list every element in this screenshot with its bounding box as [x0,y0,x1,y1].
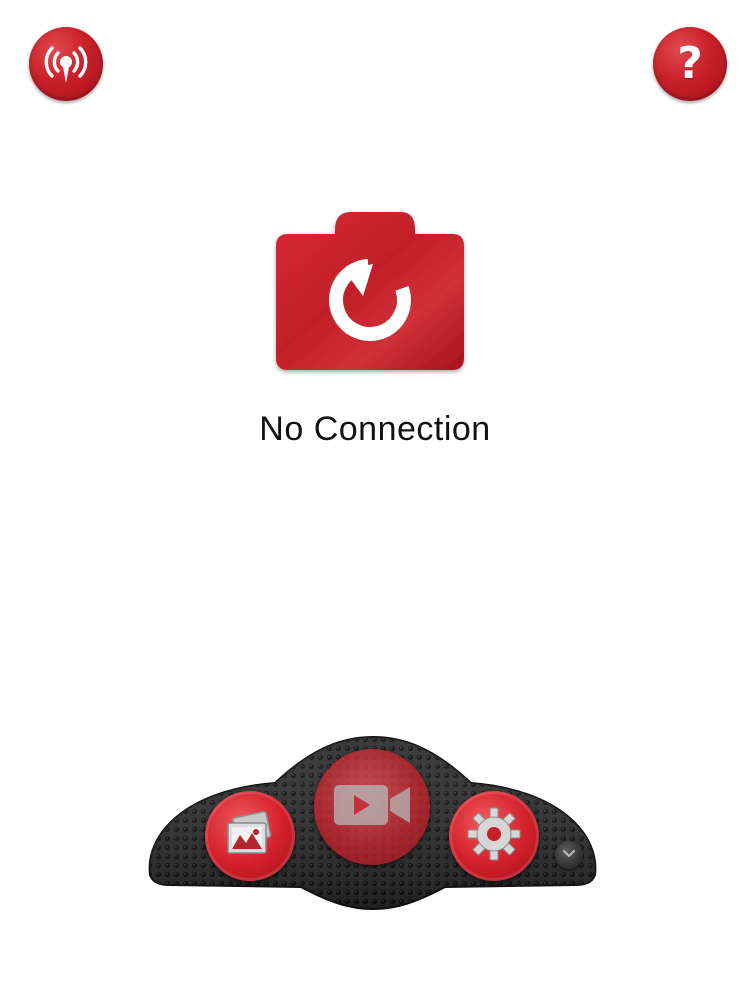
broadcast-icon [41,39,91,89]
expand-dock-button[interactable] [555,841,583,869]
video-camera-icon [330,779,414,836]
help-icon: ? [677,38,703,89]
help-button[interactable]: ? [653,27,727,101]
bottom-dock [145,735,600,910]
app-screen: ? No Connection [0,0,750,1000]
broadcast-button[interactable] [29,27,103,101]
video-camera-button[interactable] [314,749,430,865]
chevron-down-icon [562,846,576,864]
settings-button[interactable] [449,791,539,881]
gallery-button[interactable] [205,791,295,881]
connection-status-text: No Connection [259,410,491,448]
camera-refresh-icon[interactable] [273,208,467,376]
gallery-icon [222,809,278,864]
settings-gear-icon [465,805,523,868]
